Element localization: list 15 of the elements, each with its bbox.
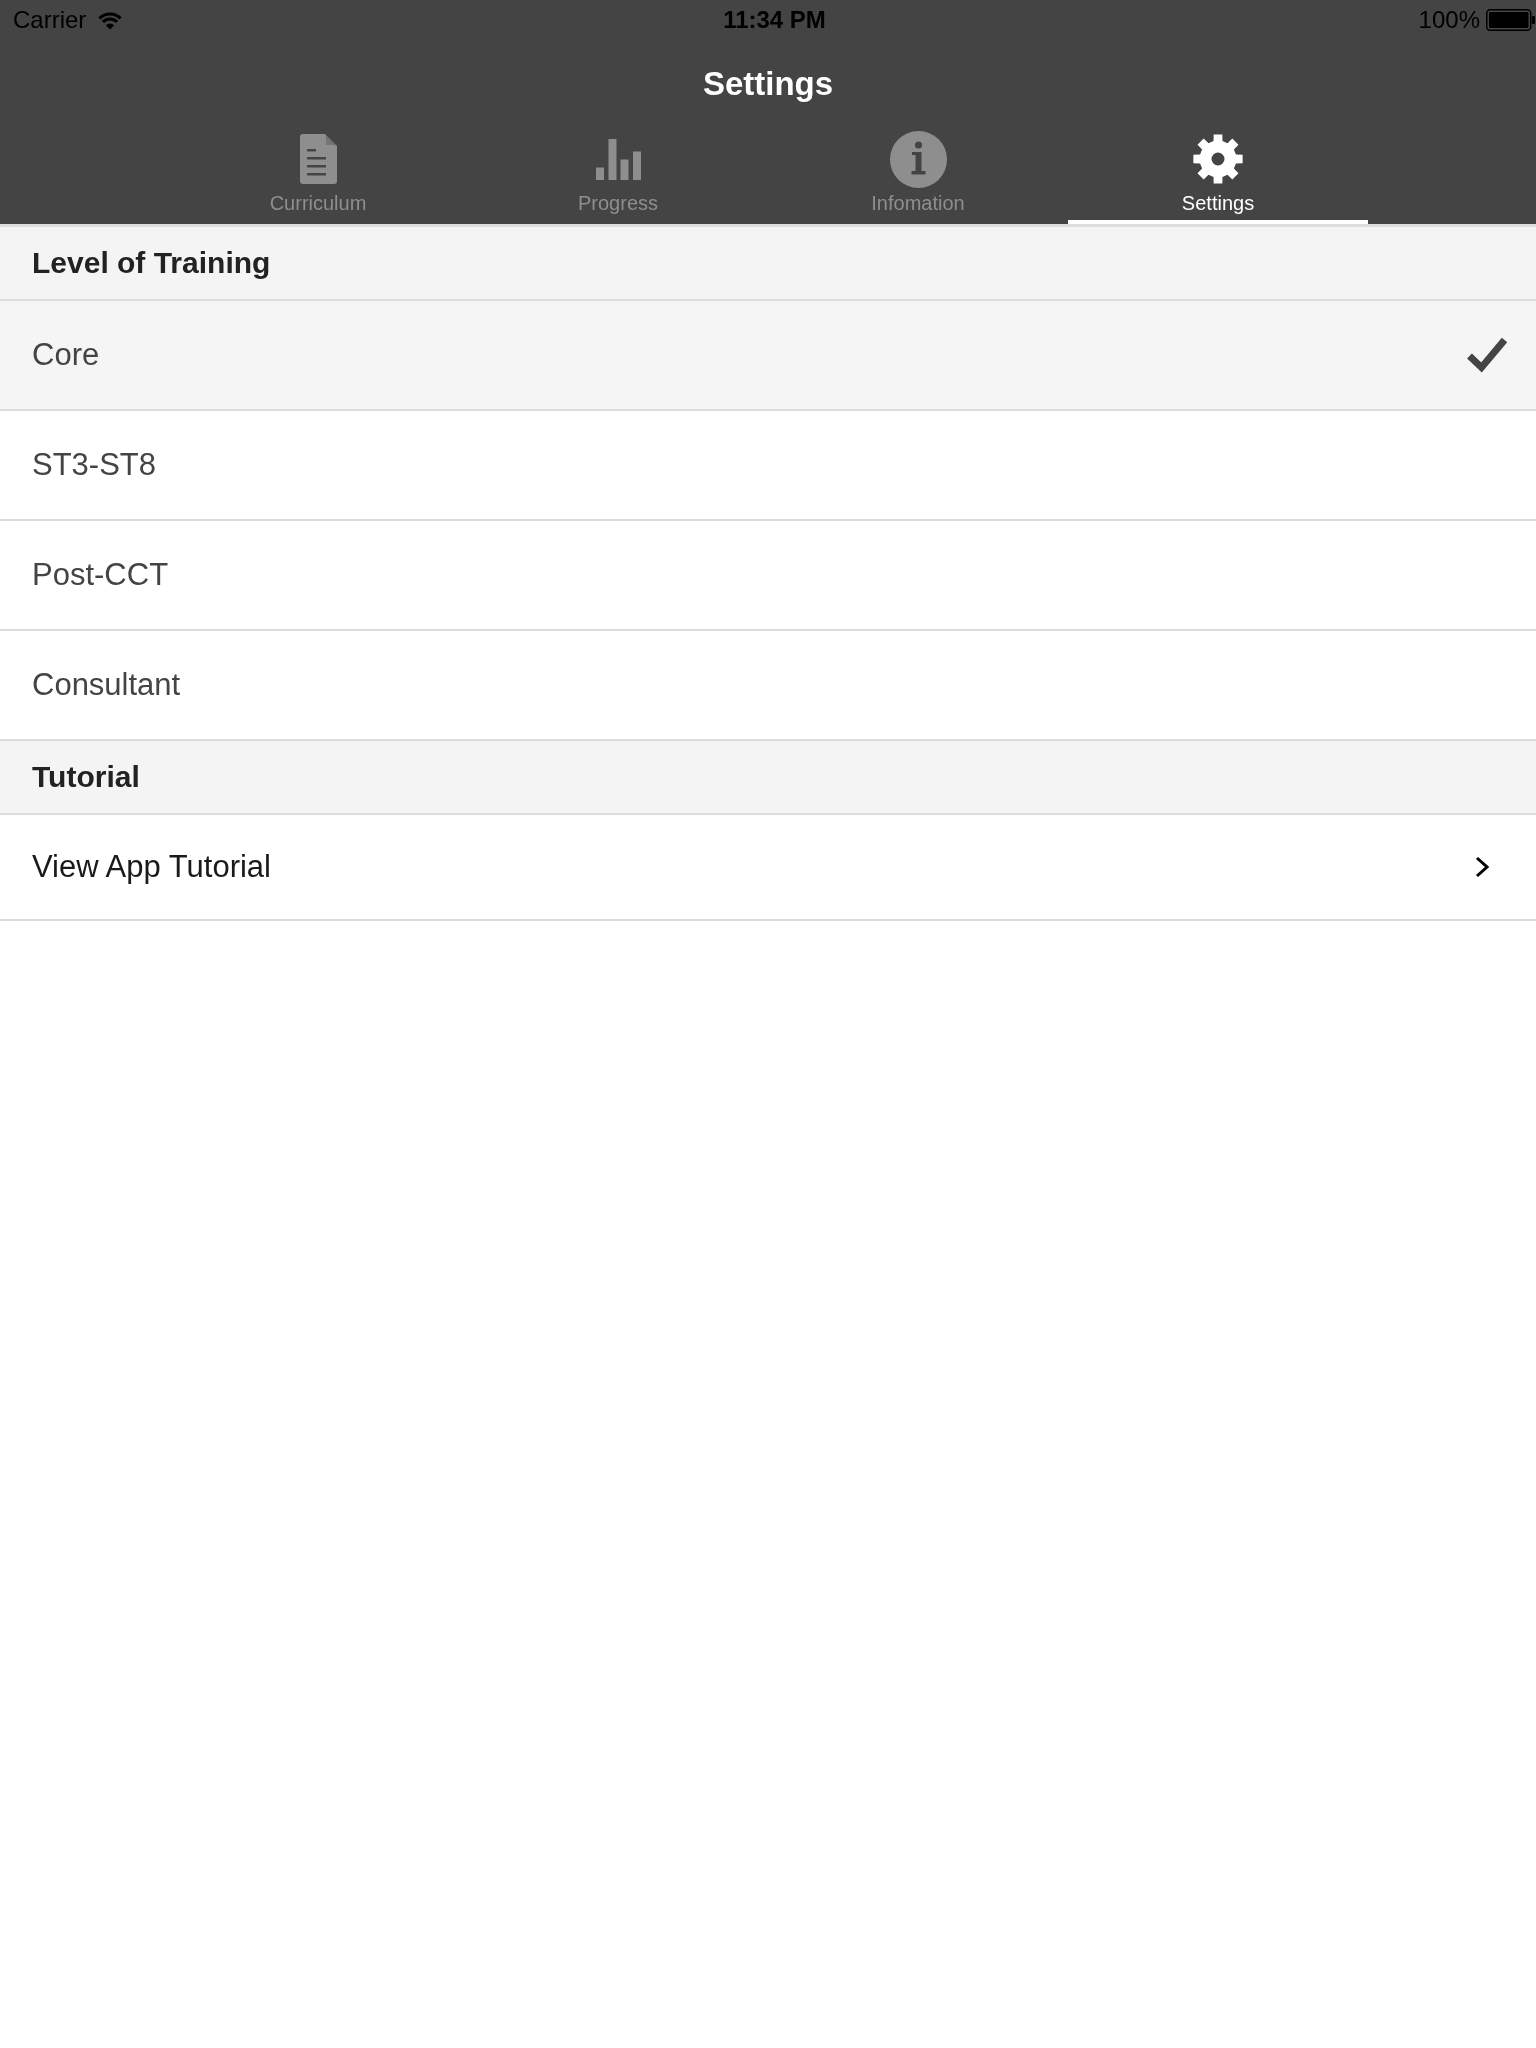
gear-icon — [1193, 134, 1243, 184]
wifi-icon — [98, 10, 123, 30]
battery-percent: 100% — [1418, 6, 1480, 34]
option-row[interactable]: Core — [0, 301, 1536, 411]
battery-icon — [1486, 9, 1536, 31]
section-header: Level of Training — [0, 227, 1536, 301]
info-icon — [889, 130, 947, 188]
carrier-label: Carrier — [13, 6, 87, 34]
document-icon — [299, 134, 337, 184]
bar-chart-icon — [595, 138, 641, 180]
checkmark-icon — [1467, 337, 1507, 373]
section-header: Tutorial — [0, 741, 1536, 815]
clock-time: 11:34 PM — [723, 6, 826, 34]
screen-title: Settings — [702, 65, 834, 103]
chevron-right-icon — [1475, 856, 1489, 878]
